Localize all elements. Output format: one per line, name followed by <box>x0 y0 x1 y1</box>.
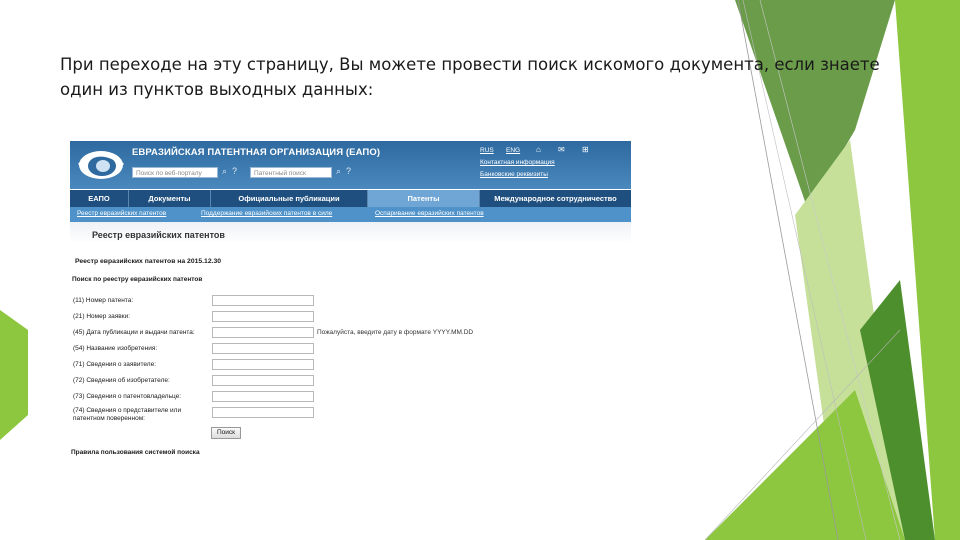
mail-icon[interactable]: ✉ <box>558 145 565 154</box>
nav-item-eapo[interactable]: ЕАПО <box>70 190 129 207</box>
patent-help-icon[interactable]: ? <box>346 166 351 176</box>
patent-search-icon[interactable]: ⌕ <box>336 166 341 177</box>
search-rules-heading: Правила пользования системой поиска <box>71 449 200 456</box>
lang-eng-link[interactable]: ENG <box>506 147 520 154</box>
site-header: ЕВРАЗИЙСКАЯ ПАТЕНТНАЯ ОРГАНИЗАЦИЯ (ЕАПО)… <box>70 141 631 189</box>
eapo-screenshot: ЕВРАЗИЙСКАЯ ПАТЕНТНАЯ ОРГАНИЗАЦИЯ (ЕАПО)… <box>70 141 631 457</box>
patent-number-input[interactable] <box>212 295 314 306</box>
page-title: Реестр евразийских патентов <box>92 230 225 240</box>
sitemap-icon[interactable]: ⊞ <box>582 145 589 154</box>
subnav-maintenance[interactable]: Поддержание евразийских патентов в силе <box>201 210 332 217</box>
lang-rus-link[interactable]: RUS <box>480 147 494 154</box>
home-icon[interactable]: ⌂ <box>536 145 541 154</box>
invention-title-input[interactable] <box>212 343 314 354</box>
search-button[interactable]: Поиск <box>211 427 241 439</box>
field-label-patent-owner: (73) Сведения о патентовладельце: <box>73 393 182 400</box>
nav-item-patents[interactable]: Патенты <box>368 190 480 207</box>
subnav-challenge[interactable]: Оспаривание евразийских патентов <box>375 210 484 217</box>
inventor-input[interactable] <box>212 375 314 386</box>
org-name: ЕВРАЗИЙСКАЯ ПАТЕНТНАЯ ОРГАНИЗАЦИЯ (ЕАПО) <box>132 147 381 158</box>
search-icon[interactable]: ⌕ <box>222 166 227 177</box>
portal-search-input[interactable]: Поиск по веб-порталу <box>132 167 218 178</box>
bank-link[interactable]: Банковские реквизиты <box>480 171 548 178</box>
representative-input[interactable] <box>212 407 314 418</box>
publication-date-input[interactable] <box>212 327 314 338</box>
search-heading: Поиск по реестру евразийских патентов <box>72 276 203 283</box>
patent-owner-input[interactable] <box>212 391 314 402</box>
left-green-arrow <box>0 310 28 440</box>
main-nav: ЕАПО Документы Официальные публикации Па… <box>70 190 631 207</box>
nav-item-publications[interactable]: Официальные публикации <box>211 190 368 207</box>
green-triangle-top <box>735 0 895 210</box>
register-date: Реестр евразийских патентов на 2015.12.3… <box>75 258 222 265</box>
subnav-register[interactable]: Реестр евразийских патентов <box>77 210 166 217</box>
applicant-input[interactable] <box>212 359 314 370</box>
logo-icon <box>77 151 125 179</box>
field-label-publication-date: (45) Дата публикации и выдачи патента: <box>73 329 195 336</box>
field-label-representative: (74) Сведения о представителе или патент… <box>73 407 182 422</box>
patent-search-input[interactable]: Патентный поиск <box>250 167 332 178</box>
application-number-input[interactable] <box>212 311 314 322</box>
field-label-application-number: (21) Номер заявки: <box>73 313 131 320</box>
contacts-link[interactable]: Контактная информация <box>480 159 555 166</box>
field-label-applicant: (71) Сведения о заявителе: <box>73 361 157 368</box>
field-label-invention-title: (54) Название изобретения: <box>73 345 158 352</box>
nav-item-documents[interactable]: Документы <box>129 190 211 207</box>
date-format-hint: Пожалуйста, введите дату в формате YYYY.… <box>317 329 474 336</box>
help-icon[interactable]: ? <box>232 166 237 176</box>
slide-caption: При переходе на эту страницу, Вы можете … <box>60 55 880 99</box>
sub-nav: Реестр евразийских патентов Поддержание … <box>70 207 631 222</box>
field-label-patent-number: (11) Номер патента: <box>73 297 134 304</box>
field-label-inventor: (72) Сведения об изобретателе: <box>73 377 170 384</box>
nav-item-cooperation[interactable]: Международное сотрудничество <box>480 190 631 207</box>
